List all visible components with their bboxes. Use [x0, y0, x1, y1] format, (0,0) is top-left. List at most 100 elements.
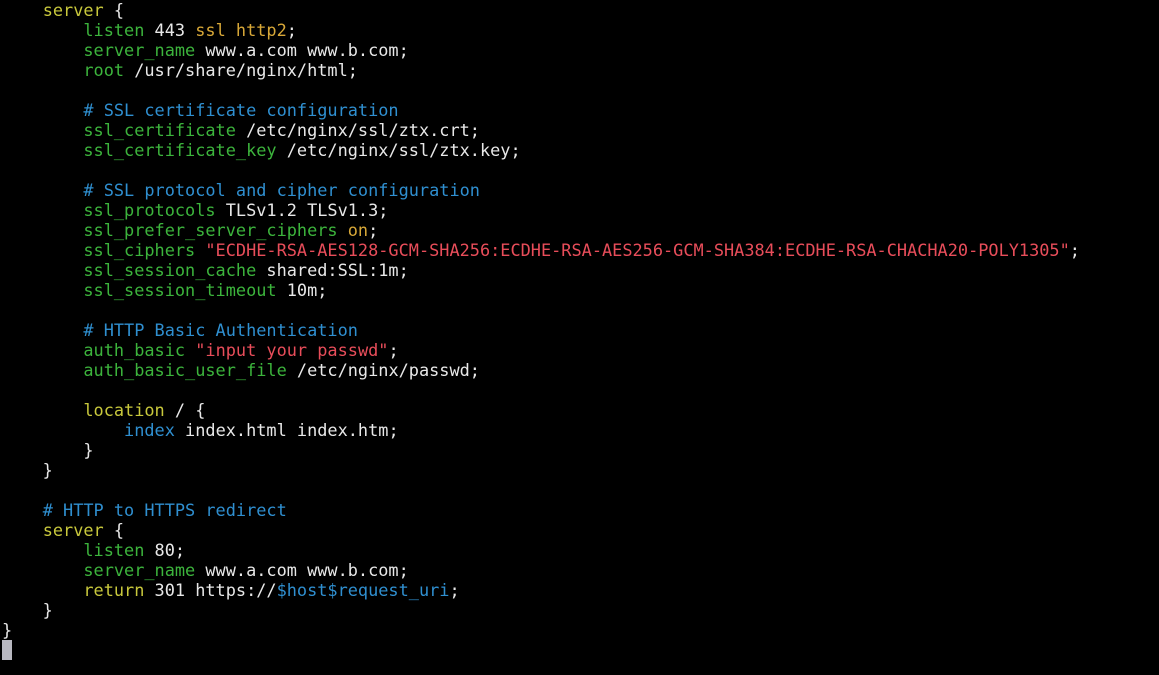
code-token-plain: ;	[1069, 240, 1080, 260]
code-token-plain: ;	[449, 580, 460, 600]
code-line: auth_basic "input your passwd";	[0, 340, 1159, 360]
code-line: location / {	[0, 400, 1159, 420]
code-token-plain: ;	[286, 20, 297, 40]
code-token-directive: ssl_ciphers	[83, 240, 196, 260]
code-token-variable: $host$request_uri	[276, 580, 450, 600]
code-token-plain: ;	[368, 220, 379, 240]
code-line: }	[0, 460, 1159, 480]
code-line: server_name www.a.com www.b.com;	[0, 40, 1159, 60]
code-token-plain: {	[103, 520, 125, 540]
code-line: # HTTP to HTTPS redirect	[0, 500, 1159, 520]
code-line: root /usr/share/nginx/html;	[0, 60, 1159, 80]
code-token-plain: www.a.com www.b.com;	[195, 560, 409, 580]
code-token-plain: /etc/nginx/passwd;	[286, 360, 480, 380]
code-token-directive: ssl_session_timeout	[83, 280, 277, 300]
code-token-plain: TLSv1.2 TLSv1.3;	[215, 200, 389, 220]
code-line: server {	[0, 520, 1159, 540]
code-token-plain: /usr/share/nginx/html;	[124, 60, 358, 80]
code-token-directive: listen	[83, 20, 145, 40]
code-line: ssl_session_timeout 10m;	[0, 280, 1159, 300]
code-token-plain: {	[103, 0, 125, 20]
code-token-keyword: server	[42, 0, 104, 20]
code-token-plain: 443	[144, 20, 196, 40]
code-token-plain: /etc/nginx/ssl/ztx.key;	[276, 140, 521, 160]
code-token-plain: index.html index.htm;	[174, 420, 399, 440]
code-token-directive: ssl_session_cache	[83, 260, 257, 280]
code-line: ssl_ciphers "ECDHE-RSA-AES128-GCM-SHA256…	[0, 240, 1159, 260]
code-line: server_name www.a.com www.b.com;	[0, 560, 1159, 580]
code-token-string: "input your passwd"	[195, 340, 389, 360]
code-token-comment: # SSL protocol and cipher configuration	[83, 180, 480, 200]
code-token-directive: listen	[83, 540, 145, 560]
code-line: # HTTP Basic Authentication	[0, 320, 1159, 340]
code-token-directive: server_name	[83, 560, 196, 580]
code-line: ssl_session_cache shared:SSL:1m;	[0, 260, 1159, 280]
code-token-plain: 10m;	[276, 280, 328, 300]
code-area[interactable]: server { listen 443 ssl http2; server_na…	[0, 0, 1159, 640]
code-token-plain: shared:SSL:1m;	[256, 260, 409, 280]
cursor-line	[0, 640, 1159, 660]
code-token-comment: # HTTP Basic Authentication	[83, 320, 358, 340]
code-token-directive: ssl_protocols	[83, 200, 216, 220]
code-token-plain: 301 https://	[144, 580, 277, 600]
code-token-plain: }	[2, 460, 53, 480]
code-line: # SSL certificate configuration	[0, 100, 1159, 120]
code-line: ssl_certificate /etc/nginx/ssl/ztx.crt;	[0, 120, 1159, 140]
code-token-plain: }	[2, 620, 13, 640]
code-token-keyword: location	[83, 400, 165, 420]
code-line: auth_basic_user_file /etc/nginx/passwd;	[0, 360, 1159, 380]
code-token-plain: www.a.com www.b.com;	[195, 40, 409, 60]
code-token-directive: ssl_prefer_server_ciphers	[83, 220, 338, 240]
code-token-keyword: server	[42, 520, 104, 540]
text-cursor	[2, 640, 12, 660]
code-token-keyword: return	[83, 580, 145, 600]
code-token-string: "ECDHE-RSA-AES128-GCM-SHA256:ECDHE-RSA-A…	[205, 240, 1070, 260]
code-line: listen 443 ssl http2;	[0, 20, 1159, 40]
code-token-plain: /etc/nginx/ssl/ztx.crt;	[235, 120, 480, 140]
code-token-directive: ssl_certificate_key	[83, 140, 277, 160]
code-line: index index.html index.htm;	[0, 420, 1159, 440]
code-line: return 301 https://$host$request_uri;	[0, 580, 1159, 600]
code-token-directive: server_name	[83, 40, 196, 60]
code-token-block: index	[124, 420, 175, 440]
code-token-comment: # SSL certificate configuration	[83, 100, 399, 120]
code-token-directive: auth_basic_user_file	[83, 360, 287, 380]
code-line: }	[0, 620, 1159, 640]
code-token-directive: root	[83, 60, 125, 80]
code-line: ssl_prefer_server_ciphers on;	[0, 220, 1159, 240]
terminal-editor[interactable]: server { listen 443 ssl http2; server_na…	[0, 0, 1159, 675]
code-line: ssl_certificate_key /etc/nginx/ssl/ztx.k…	[0, 140, 1159, 160]
code-token-value: ssl http2	[195, 20, 287, 40]
code-token-comment: # HTTP to HTTPS redirect	[42, 500, 287, 520]
code-token-plain: ;	[388, 340, 399, 360]
code-token-directive: ssl_certificate	[83, 120, 236, 140]
